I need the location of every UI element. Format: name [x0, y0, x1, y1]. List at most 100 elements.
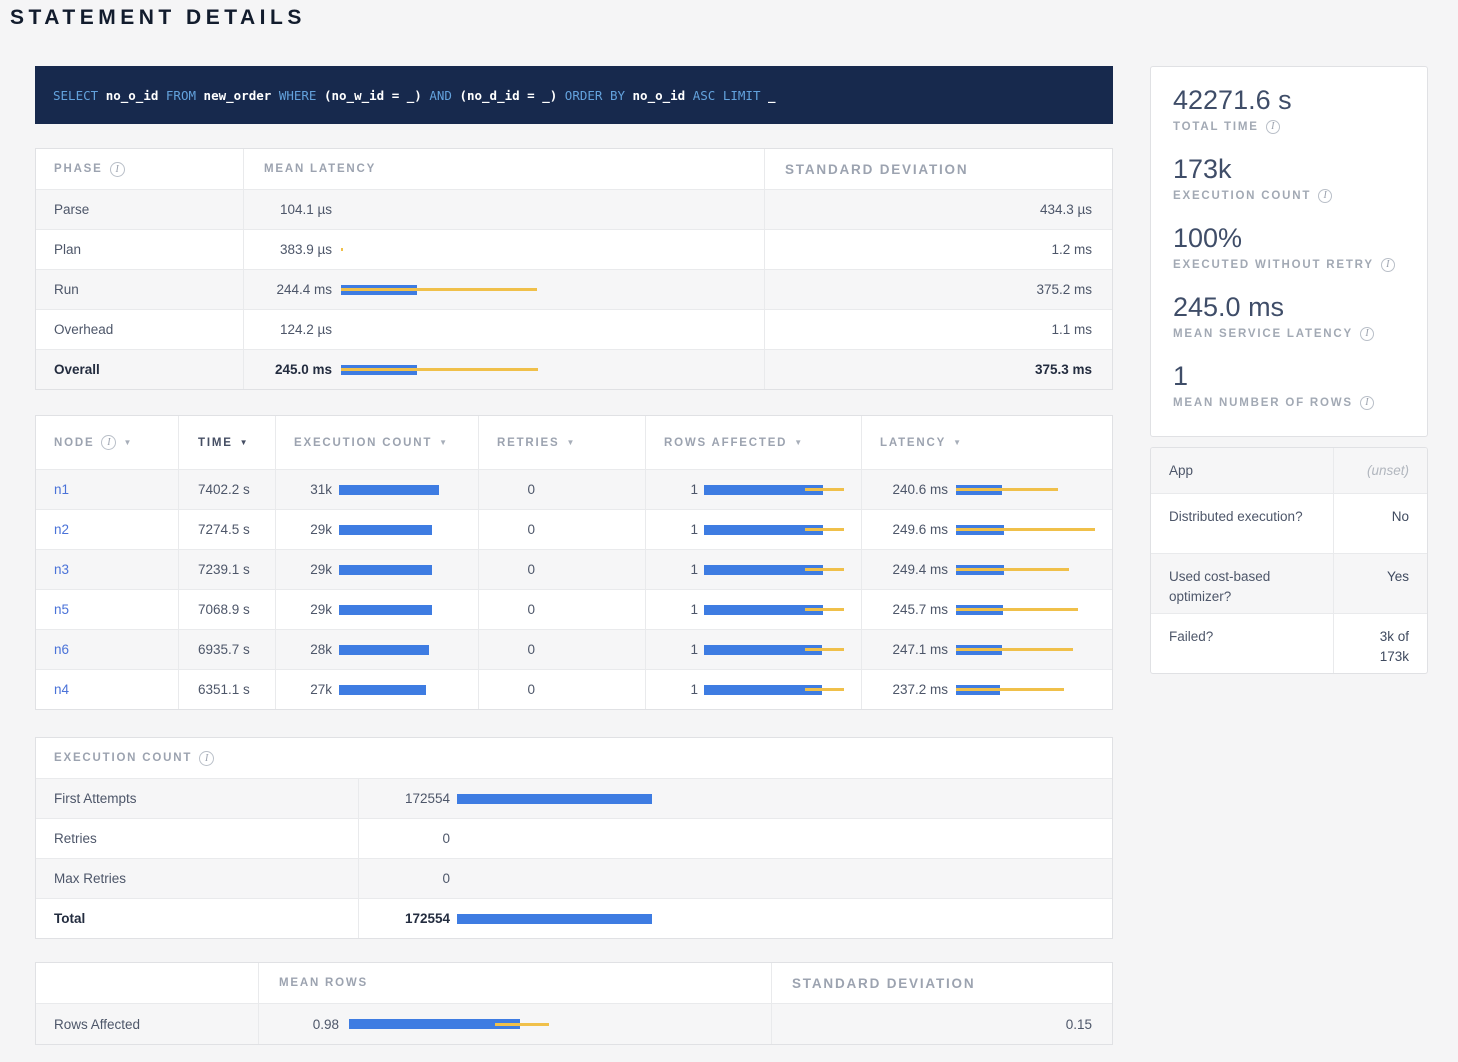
execution-count-bar — [457, 871, 1092, 887]
stat-label: MEAN NUMBER OF ROWS i — [1173, 393, 1405, 413]
time-value: 6935.7 s — [178, 630, 275, 669]
stddev-value: 375.3 ms — [764, 350, 1112, 389]
phase-latency-table: PHASEi MEAN LATENCY STANDARD DEVIATION P… — [35, 148, 1113, 390]
rows-affected-bar — [704, 522, 861, 538]
time-header-label: TIME — [198, 437, 233, 449]
sql-keyword: WHERE — [279, 88, 324, 103]
app-details-card: App (unset) Distributed execution? No Us… — [1150, 447, 1428, 674]
stat-total-time: 42271.6 s TOTAL TIMEi — [1173, 83, 1405, 137]
retries-value: 0 — [497, 682, 535, 697]
stat-label-text: MEAN NUMBER OF ROWS — [1173, 393, 1353, 413]
execution-count-bar — [457, 911, 1092, 927]
exec-row-value: 172554 — [379, 791, 450, 806]
rows-affected-value: 1 — [664, 522, 698, 537]
sql-identifier: no_o_id — [633, 88, 693, 103]
rows-affected-table: MEAN ROWS STANDARD DEVIATION Rows Affect… — [35, 962, 1113, 1045]
stddev-bar-yellow — [805, 608, 844, 611]
app-row-label: App — [1151, 448, 1334, 493]
stat-value: 1 — [1173, 359, 1405, 393]
stddev-value: 0.15 — [771, 1004, 1112, 1044]
execution-count-value: 31k — [294, 482, 332, 497]
node-stats-table: NODE i ▼ TIME ▼ EXECUTION COUNT▼ RETRIES ▼ R… — [35, 415, 1113, 710]
execution-count-title-label: EXECUTION COUNT — [54, 752, 192, 764]
sql-identifier: (no_d_id = _) — [459, 88, 564, 103]
rows-affected-column-header[interactable]: ROWS AFFECTED▼ — [645, 416, 861, 469]
phase-label: Parse — [36, 190, 243, 229]
stat-execution-count: 173k EXECUTION COUNTi — [1173, 152, 1405, 206]
stddev-bar-yellow — [956, 648, 1073, 651]
sort-arrow-icon: ▼ — [123, 438, 133, 447]
node-table-header: NODE i ▼ TIME ▼ EXECUTION COUNT▼ RETRIES ▼ R… — [36, 416, 1112, 469]
app-row: App (unset) — [1151, 448, 1427, 493]
stddev-value: 375.2 ms — [764, 270, 1112, 309]
latency-bar — [341, 322, 764, 338]
phase-label: Overall — [36, 350, 243, 389]
node-row: n3 7239.1 s 29k 0 1 249.4 ms — [36, 549, 1112, 589]
sql-keyword: ASC LIMIT — [693, 88, 768, 103]
app-row: Distributed execution? No — [1151, 493, 1427, 553]
retries-value: 0 — [497, 602, 535, 617]
stddev-bar-yellow — [956, 608, 1078, 611]
stddev-header-label: STANDARD DEVIATION — [792, 976, 975, 991]
info-icon[interactable]: i — [199, 751, 214, 766]
info-icon[interactable]: i — [1360, 327, 1374, 341]
exec-row-value: 0 — [379, 831, 450, 846]
mean-latency-value: 245.0 ms — [264, 362, 332, 377]
node-link[interactable]: n3 — [54, 562, 69, 577]
mean-bar-blue — [339, 565, 432, 575]
app-row-value: (unset) — [1334, 448, 1427, 493]
table-row: Run 244.4 ms 375.2 ms — [36, 269, 1112, 309]
info-icon[interactable]: i — [101, 435, 116, 450]
latency-bar — [341, 202, 764, 218]
node-link[interactable]: n1 — [54, 482, 69, 497]
app-row-label: Failed? — [1151, 614, 1334, 673]
info-icon[interactable]: i — [1360, 396, 1374, 410]
app-row-label: Distributed execution? — [1151, 494, 1334, 553]
phase-header-label: PHASE — [54, 163, 103, 175]
retries-header-label: RETRIES — [497, 437, 559, 449]
mean-bar-blue — [339, 645, 429, 655]
app-row-label: Used cost-based optimizer? — [1151, 554, 1334, 613]
retries-column-header[interactable]: RETRIES ▼ — [478, 416, 645, 469]
info-icon[interactable]: i — [110, 162, 125, 177]
execution-count-bar — [457, 791, 1092, 807]
phase-label: Run — [36, 270, 243, 309]
execution-count-column-header[interactable]: EXECUTION COUNT▼ — [275, 416, 478, 469]
retries-value: 0 — [497, 482, 535, 497]
mean-bar-blue — [339, 485, 439, 495]
node-link[interactable]: n6 — [54, 642, 69, 657]
table-row: Max Retries 0 — [36, 858, 1112, 898]
node-link[interactable]: n2 — [54, 522, 69, 537]
latency-value: 240.6 ms — [880, 482, 948, 497]
table-row: Plan 383.9 µs 1.2 ms — [36, 229, 1112, 269]
stddev-bar-yellow — [805, 488, 844, 491]
time-column-header[interactable]: TIME ▼ — [178, 416, 275, 469]
stddev-value: 1.1 ms — [764, 310, 1112, 349]
sql-identifier: new_order — [204, 88, 279, 103]
info-icon[interactable]: i — [1381, 258, 1395, 272]
execution-count-header-label: EXECUTION COUNT — [294, 437, 432, 449]
node-column-header[interactable]: NODE i ▼ — [36, 416, 178, 469]
sql-keyword: FROM — [166, 88, 204, 103]
table-row: Parse 104.1 µs 434.3 µs — [36, 189, 1112, 229]
info-icon[interactable]: i — [1266, 120, 1280, 134]
table-row: Overhead 124.2 µs 1.1 ms — [36, 309, 1112, 349]
latency-header-label: LATENCY — [880, 437, 946, 449]
latency-bar — [956, 682, 1098, 698]
retries-value: 0 — [497, 642, 535, 657]
node-header-label: NODE — [54, 437, 94, 449]
stddev-bar-yellow — [805, 528, 844, 531]
latency-column-header[interactable]: LATENCY▼ — [861, 416, 1112, 469]
time-value: 7274.5 s — [178, 510, 275, 549]
execution-count-bar — [339, 642, 478, 658]
sort-arrow-icon: ▼ — [566, 438, 576, 447]
exec-row-label: First Attempts — [36, 779, 358, 818]
mean-latency-column-header: MEAN LATENCY — [243, 149, 764, 189]
info-icon[interactable]: i — [1318, 189, 1332, 203]
sql-keyword: AND — [429, 88, 459, 103]
node-link[interactable]: n5 — [54, 602, 69, 617]
latency-value: 249.6 ms — [880, 522, 948, 537]
sort-arrow-icon: ▼ — [240, 438, 250, 447]
stat-value: 42271.6 s — [1173, 83, 1405, 117]
node-link[interactable]: n4 — [54, 682, 69, 697]
